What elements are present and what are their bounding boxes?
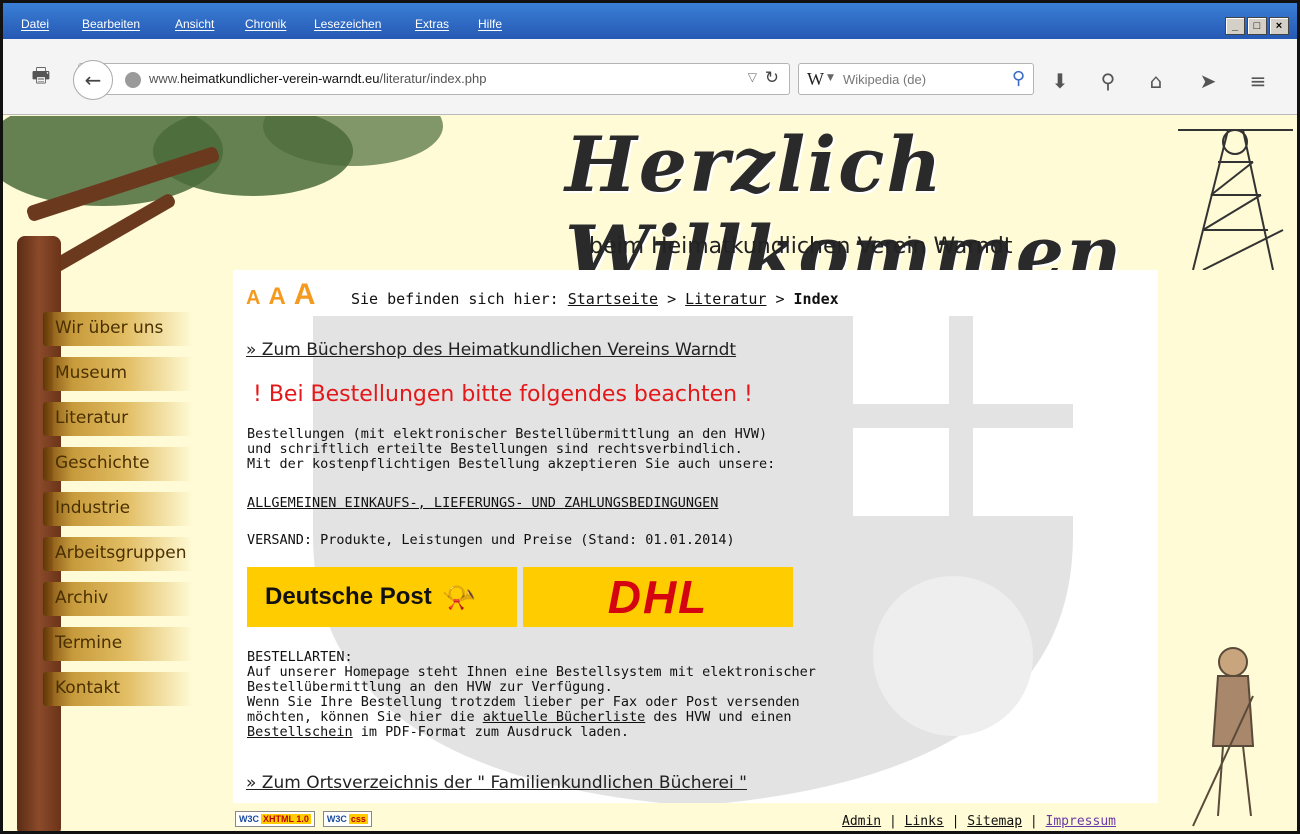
dhl-logo: DHL [523,567,793,627]
search-icon[interactable]: ⚲ [1012,68,1025,89]
breadcrumb-home-link[interactable]: Startseite [568,290,658,308]
order-line: Bestellungen (mit elektronischer Bestell… [247,426,768,442]
bestellarten-line: möchten, können Sie hier die aktuelle Bü… [247,709,792,725]
agb-paragraph: ALLGEMEINEN EINKAUFS-, LIEFERUNGS- UND Z… [247,496,718,511]
hamburger-menu-icon[interactable]: ≡ [1245,69,1271,93]
footer-impressum-link[interactable]: Impressum [1046,814,1116,829]
bestellarten-line: Auf unserer Homepage steht Ihnen eine Be… [247,664,816,680]
nav-industrie[interactable]: Industrie [43,492,193,526]
mine-tower-illustration [1178,129,1293,270]
breadcrumb-current: Index [793,290,839,308]
footer-admin-link[interactable]: Admin [842,814,881,829]
search-bar[interactable]: W ▼ Wikipedia (de) ⚲ [798,63,1034,95]
footer-separator: | [1029,814,1038,829]
download-icon[interactable]: ⬇ [1047,69,1073,93]
validator-badges: W3C XHTML 1.0 W3C css [235,811,372,827]
address-bar[interactable]: ← www.heimatkundlicher-verein-warndt.eu/… [73,60,790,100]
nav-kontakt[interactable]: Kontakt [43,672,193,706]
bestellarten-text: BESTELLARTEN: Auf unserer Homepage steht… [247,650,816,740]
nav-arbeitsgruppen[interactable]: Arbeitsgruppen [43,537,193,571]
menu-datei[interactable]: Datei [21,17,49,31]
web-page: Herzlich Willkommen beim Heimatkundliche… [3,116,1297,831]
nav-geschichte[interactable]: Geschichte [43,447,193,481]
footer-separator: | [888,814,897,829]
ortsverzeichnis-link[interactable]: » Zum Ortsverzeichnis der " Familienkund… [246,773,747,793]
url-text[interactable]: www.heimatkundlicher-verein-warndt.eu/li… [149,71,486,86]
buechershop-link[interactable]: » Zum Büchershop des Heimatkundlichen Ve… [246,340,736,360]
minimize-button[interactable]: _ [1225,17,1245,35]
footer-links-link[interactable]: Links [905,814,944,829]
send-icon[interactable]: ➤ [1195,69,1221,93]
reload-icon[interactable]: ↻ [765,68,779,88]
deutsche-post-logo: Deutsche Post 📯 [247,567,517,627]
footer-links: Admin | Links | Sitemap | Impressum [842,814,1116,829]
wikipedia-icon[interactable]: W [807,69,824,90]
menu-ansicht[interactable]: Ansicht [175,17,214,31]
print-icon[interactable]: 🖶 [23,61,59,95]
order-line: und schriftlich erteilte Bestellungen si… [247,441,743,457]
menu-extras[interactable]: Extras [415,17,449,31]
menu-lesezeichen[interactable]: Lesezeichen [314,17,381,31]
miner-figure-illustration [1192,647,1255,827]
engine-dropdown-icon[interactable]: ▼ [827,73,834,83]
deutsche-post-text: Deutsche Post [265,583,432,610]
footer-separator: | [951,814,960,829]
content-panel: AAA Sie befinden sich hier: Startseite >… [233,270,1158,803]
bestellarten-title: BESTELLARTEN: [247,649,353,665]
menu-hilfe[interactable]: Hilfe [478,17,502,31]
font-size-medium-button[interactable]: A [268,283,285,310]
home-icon[interactable]: ⌂ [1143,69,1169,93]
breadcrumb: Sie befinden sich hier: Startseite > Lit… [351,290,839,308]
search-magnifier-icon[interactable]: ⚲ [1095,69,1121,93]
nav-literatur[interactable]: Literatur [43,402,193,436]
order-line: Mit der kostenpflichtigen Bestellung akz… [247,456,776,472]
breadcrumb-separator: > [775,290,785,308]
history-dropdown-icon[interactable]: ▽ [748,70,757,84]
nav-archiv[interactable]: Archiv [43,582,193,616]
bestellarten-line: Bestellübermittlung an den HVW zur Verfü… [247,679,613,695]
breadcrumb-prefix: Sie befinden sich hier: [351,290,559,308]
bestellarten-line: Bestellschein im PDF-Format zum Ausdruck… [247,724,630,740]
css-valid-badge[interactable]: W3C css [322,811,372,827]
window-controls: _ □ × [1225,17,1289,35]
nav-wir-ueber-uns[interactable]: Wir über uns [43,312,193,346]
order-info-text: Bestellungen (mit elektronischer Bestell… [247,427,775,472]
close-button[interactable]: × [1269,17,1289,35]
breadcrumb-section-link[interactable]: Literatur [685,290,766,308]
maximize-button[interactable]: □ [1247,17,1267,35]
dhl-text: DHL [607,571,709,623]
menu-bearbeiten[interactable]: Bearbeiten [82,17,140,31]
bestellarten-line: Wenn Sie Ihre Bestellung trotzdem lieber… [247,694,800,710]
font-size-switcher: AAA [246,278,315,312]
menu-bar: Datei Bearbeiten Ansicht Chronik Lesezei… [3,3,1297,39]
main-navigation: Wir über uns Museum Literatur Geschichte… [43,312,223,717]
xhtml-valid-badge[interactable]: W3C XHTML 1.0 [235,811,315,827]
order-notice-heading: ! Bei Bestellungen bitte folgendes beach… [253,382,753,407]
navigation-toolbar: 🖶 ← www.heimatkundlicher-verein-warndt.e… [3,39,1297,115]
globe-icon[interactable] [125,72,141,88]
back-arrow-icon[interactable]: ← [73,60,113,100]
buecherliste-link[interactable]: aktuelle Bücherliste [483,709,646,725]
page-subtitle: beim Heimatkundlichen Verein Warndt [589,234,1013,259]
nav-termine[interactable]: Termine [43,627,193,661]
agb-link[interactable]: ALLGEMEINEN EINKAUFS-, LIEFERUNGS- UND Z… [247,495,718,511]
versand-text: VERSAND: Produkte, Leistungen und Preise… [247,532,735,548]
nav-museum[interactable]: Museum [43,357,193,391]
footer-sitemap-link[interactable]: Sitemap [967,814,1022,829]
bestellschein-link[interactable]: Bestellschein [247,724,353,740]
menu-chronik[interactable]: Chronik [245,17,286,31]
font-size-large-button[interactable]: A [294,278,316,311]
font-size-small-button[interactable]: A [246,287,260,309]
post-horn-icon: 📯 [441,580,477,614]
browser-window: Datei Bearbeiten Ansicht Chronik Lesezei… [0,0,1300,834]
breadcrumb-separator: > [667,290,677,308]
search-placeholder: Wikipedia (de) [843,72,927,87]
